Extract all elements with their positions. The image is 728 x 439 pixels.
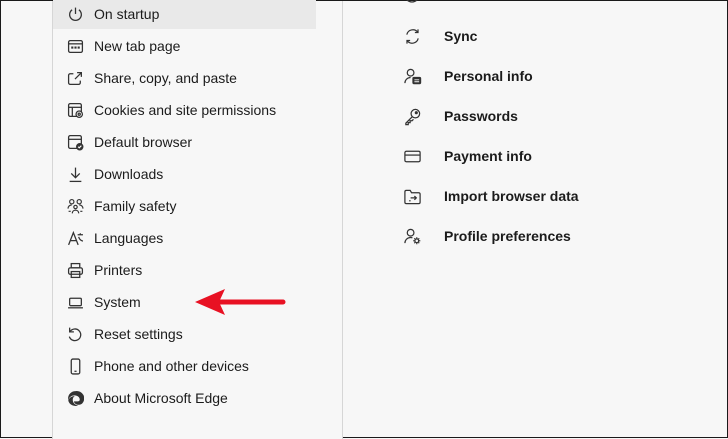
profile-item-import-browser-data[interactable]: Import browser data — [402, 181, 702, 211]
languages-icon — [66, 229, 84, 247]
power-icon — [66, 5, 84, 23]
profile-settings-panel: Sync Personal info Passwords Payment inf… — [342, 0, 728, 439]
share-icon — [66, 69, 84, 87]
sidebar-item-label: On startup — [94, 6, 160, 22]
sidebar-item-share-copy-paste[interactable]: Share, copy, and paste — [53, 63, 316, 93]
profile-preferences-icon — [402, 226, 422, 246]
sidebar-item-languages[interactable]: Languages — [53, 223, 316, 253]
profile-item-payment-info[interactable]: Payment info — [402, 141, 702, 171]
sidebar-item-label: Downloads — [94, 166, 164, 182]
sidebar-item-label: About Microsoft Edge — [94, 390, 228, 406]
default-browser-icon — [66, 133, 84, 151]
credit-card-icon — [402, 146, 422, 166]
sidebar-item-downloads[interactable]: Downloads — [53, 159, 316, 189]
sidebar-item-printers[interactable]: Printers — [53, 255, 316, 285]
profile-item-label: Import browser data — [444, 188, 579, 204]
sidebar-item-label: Family safety — [94, 198, 177, 214]
sidebar-item-family-safety[interactable]: Family safety — [53, 191, 316, 221]
sidebar-item-reset-settings[interactable]: Reset settings — [53, 319, 316, 349]
key-icon — [402, 106, 422, 126]
profile-item-label: Passwords — [444, 108, 518, 124]
laptop-icon — [66, 293, 84, 311]
profile-item-label: Personal info — [444, 68, 533, 84]
sidebar-item-label: Default browser — [94, 134, 193, 150]
family-icon — [66, 197, 84, 215]
sidebar-item-default-browser[interactable]: Default browser — [53, 127, 316, 157]
phone-icon — [66, 357, 84, 375]
cookies-icon — [66, 101, 84, 119]
sidebar-item-label: New tab page — [94, 38, 181, 54]
sync-icon — [402, 26, 422, 46]
personal-info-icon — [402, 66, 422, 86]
profile-item-sync[interactable]: Sync — [402, 21, 702, 51]
sidebar-item-label: System — [94, 294, 141, 310]
sidebar-item-label: Share, copy, and paste — [94, 70, 237, 86]
sidebar-item-on-startup[interactable]: On startup — [53, 0, 316, 29]
sidebar-item-phone-devices[interactable]: Phone and other devices — [53, 351, 316, 381]
partial-item-top — [402, 0, 422, 5]
sidebar-item-label: Reset settings — [94, 326, 183, 342]
profile-item-label: Profile preferences — [444, 228, 571, 244]
profile-item-passwords[interactable]: Passwords — [402, 101, 702, 131]
profile-item-label: Payment info — [444, 148, 532, 164]
settings-sidebar: On startup New tab page Share, copy, and… — [52, 0, 343, 439]
new-tab-icon — [66, 37, 84, 55]
sidebar-item-label: Phone and other devices — [94, 358, 249, 374]
reset-icon — [66, 325, 84, 343]
profile-item-label: Sync — [444, 28, 478, 44]
sidebar-item-about-edge[interactable]: About Microsoft Edge — [53, 383, 316, 413]
printer-icon — [66, 261, 84, 279]
edge-logo-icon — [66, 389, 84, 407]
sidebar-item-label: Cookies and site permissions — [94, 102, 277, 118]
sidebar-item-cookies[interactable]: Cookies and site permissions — [53, 95, 316, 125]
sidebar-item-new-tab-page[interactable]: New tab page — [53, 31, 316, 61]
profile-item-personal-info[interactable]: Personal info — [402, 61, 702, 91]
sidebar-item-label: Printers — [94, 262, 143, 278]
annotation-arrow — [195, 289, 286, 315]
profile-item-profile-preferences[interactable]: Profile preferences — [402, 221, 702, 251]
sidebar-item-label: Languages — [94, 230, 164, 246]
download-icon — [66, 165, 84, 183]
import-icon — [402, 186, 422, 206]
